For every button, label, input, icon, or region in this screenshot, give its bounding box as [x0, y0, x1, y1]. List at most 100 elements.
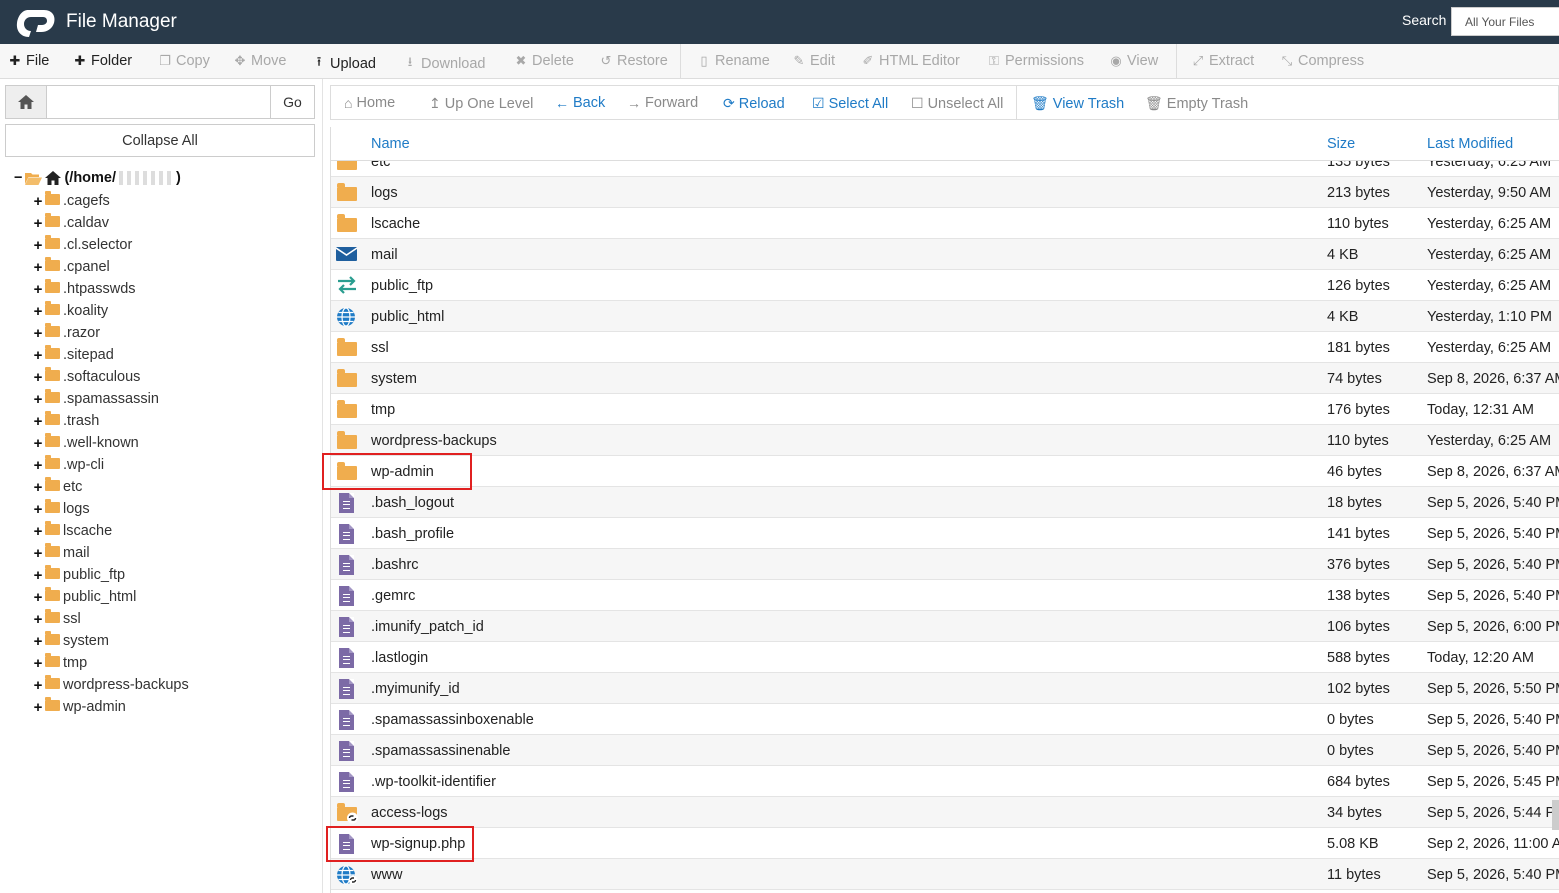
table-row[interactable]: .bash_logout 18 bytes Sep 5, 2026, 5:40 PM [331, 487, 1559, 518]
expand-icon[interactable]: + [32, 193, 44, 210]
expand-icon[interactable]: + [32, 303, 44, 320]
file-name[interactable]: .imunify_patch_id [371, 619, 484, 635]
expand-icon[interactable]: + [32, 369, 44, 386]
file-name[interactable]: .spamassassinenable [371, 743, 510, 759]
home-button[interactable]: ⌂ Home [344, 95, 395, 111]
collapse-all-button[interactable]: Collapse All [5, 124, 315, 157]
back-button[interactable]: ← Back [555, 95, 605, 111]
expand-icon[interactable]: + [32, 413, 44, 430]
file-name[interactable]: wp-signup.php [371, 836, 465, 852]
expand-icon[interactable]: + [32, 457, 44, 474]
table-row[interactable]: .wp-toolkit-identifier 684 bytes Sep 5, 20… [331, 766, 1559, 797]
view-button[interactable]: ◉ View [1109, 53, 1158, 69]
collapse-tree-icon[interactable]: − [14, 170, 22, 186]
tree-item[interactable]: + .cl.selector [32, 234, 189, 256]
expand-icon[interactable]: + [32, 633, 44, 650]
tree-item[interactable]: + wp-admin [32, 696, 189, 718]
delete-button[interactable]: ✖ Delete [514, 53, 574, 69]
table-row[interactable]: lscache 110 bytes Yesterday, 6:25 AM [331, 208, 1559, 239]
reload-button[interactable]: ⟳ Reload [723, 95, 785, 112]
panel-divider[interactable] [322, 79, 323, 893]
tree-item[interactable]: + wordpress-backups [32, 674, 189, 696]
expand-icon[interactable]: + [32, 501, 44, 518]
table-row[interactable]: www 11 bytes Sep 5, 2026, 5:40 PM [331, 859, 1559, 890]
tree-item[interactable]: + .razor [32, 322, 189, 344]
column-modified-header[interactable]: Last Modified [1427, 136, 1513, 152]
file-name[interactable]: .bash_profile [371, 526, 454, 542]
table-row[interactable]: .spamassassinenable 0 bytes Sep 5, 2026, 5… [331, 735, 1559, 766]
expand-icon[interactable]: + [32, 545, 44, 562]
expand-icon[interactable]: + [32, 259, 44, 276]
extract-button[interactable]: ⤢ Extract [1191, 53, 1254, 69]
scrollbar[interactable] [1552, 800, 1559, 830]
table-row[interactable]: ssl 181 bytes Yesterday, 6:25 AM [331, 332, 1559, 363]
file-name[interactable]: ssl [371, 340, 389, 356]
expand-icon[interactable]: + [32, 391, 44, 408]
html-editor-button[interactable]: ✐ HTML Editor [861, 53, 960, 69]
permissions-button[interactable]: ⚿ Permissions [987, 53, 1084, 69]
up-one-level-button[interactable]: ↥ Up One Level [429, 95, 533, 112]
tree-item[interactable]: + .trash [32, 410, 189, 432]
column-size-header[interactable]: Size [1327, 136, 1355, 152]
table-row[interactable]: .lastlogin 588 bytes Today, 12:20 AM [331, 642, 1559, 673]
expand-icon[interactable]: + [32, 237, 44, 254]
file-name[interactable]: .spamassassinboxenable [371, 712, 534, 728]
file-name[interactable]: public_ftp [371, 278, 433, 294]
tree-item[interactable]: + .well-known [32, 432, 189, 454]
tree-item[interactable]: + .cagefs [32, 190, 189, 212]
file-name[interactable]: logs [371, 185, 398, 201]
table-row[interactable]: .imunify_patch_id 106 bytes Sep 5, 2026, 6… [331, 611, 1559, 642]
file-name[interactable]: .bash_logout [371, 495, 454, 511]
tree-item[interactable]: + ssl [32, 608, 189, 630]
tree-item[interactable]: + system [32, 630, 189, 652]
forward-button[interactable]: → Forward [627, 95, 698, 111]
tree-item[interactable]: + public_ftp [32, 564, 189, 586]
tree-item[interactable]: + .wp-cli [32, 454, 189, 476]
go-button[interactable]: Go [270, 86, 314, 118]
download-button[interactable]: ⭳ Download [403, 53, 486, 75]
table-row[interactable]: tmp 176 bytes Today, 12:31 AM [331, 394, 1559, 425]
expand-icon[interactable]: + [32, 567, 44, 584]
table-row[interactable]: mail 4 KB Yesterday, 6:25 AM [331, 239, 1559, 270]
expand-icon[interactable]: + [32, 677, 44, 694]
file-name[interactable]: lscache [371, 216, 420, 232]
tree-item[interactable]: + mail [32, 542, 189, 564]
expand-icon[interactable]: + [32, 523, 44, 540]
tree-item[interactable]: + tmp [32, 652, 189, 674]
table-row[interactable]: system 74 bytes Sep 8, 2026, 6:37 AM [331, 363, 1559, 394]
tree-item[interactable]: + lscache [32, 520, 189, 542]
file-name[interactable]: access-logs [371, 805, 448, 821]
table-row[interactable]: .bashrc 376 bytes Sep 5, 2026, 5:40 PM [331, 549, 1559, 580]
file-name[interactable]: www [371, 867, 402, 883]
edit-button[interactable]: ✎ Edit [792, 53, 835, 69]
file-name[interactable]: .wp-toolkit-identifier [371, 774, 496, 790]
file-name[interactable]: tmp [371, 402, 395, 418]
cpanel-logo-icon[interactable] [14, 5, 62, 39]
file-name[interactable]: public_html [371, 309, 444, 325]
select-all-button[interactable]: ☑ Select All [812, 95, 888, 112]
home-path-button[interactable] [6, 86, 47, 118]
file-name[interactable]: mail [371, 247, 398, 263]
file-name[interactable]: .lastlogin [371, 650, 428, 666]
compress-button[interactable]: ⤡ Compress [1280, 53, 1364, 69]
path-input[interactable] [47, 86, 271, 118]
tree-item[interactable]: + .sitepad [32, 344, 189, 366]
expand-icon[interactable]: + [32, 325, 44, 342]
copy-button[interactable]: ❐ Copy [158, 53, 210, 69]
file-name[interactable]: .myimunify_id [371, 681, 460, 697]
file-name[interactable]: wordpress-backups [371, 433, 497, 449]
file-name[interactable]: .bashrc [371, 557, 419, 573]
expand-icon[interactable]: + [32, 655, 44, 672]
tree-item[interactable]: + .htpasswds [32, 278, 189, 300]
move-button[interactable]: ✥ Move [233, 53, 287, 69]
file-name[interactable]: system [371, 371, 417, 387]
rename-button[interactable]: ▯ Rename [697, 53, 769, 69]
table-row[interactable]: .gemrc 138 bytes Sep 5, 2026, 5:40 PM [331, 580, 1559, 611]
table-row[interactable]: wp-admin 46 bytes Sep 8, 2026, 6:37 AM [331, 456, 1559, 487]
unselect-all-button[interactable]: ☐ Unselect All [911, 95, 1003, 112]
tree-item[interactable]: + logs [32, 498, 189, 520]
upload-button[interactable]: ⭱ Upload [312, 53, 376, 75]
expand-icon[interactable]: + [32, 699, 44, 716]
tree-item[interactable]: + .koality [32, 300, 189, 322]
empty-trash-button[interactable]: 🗑 Empty Trash [1145, 95, 1248, 112]
